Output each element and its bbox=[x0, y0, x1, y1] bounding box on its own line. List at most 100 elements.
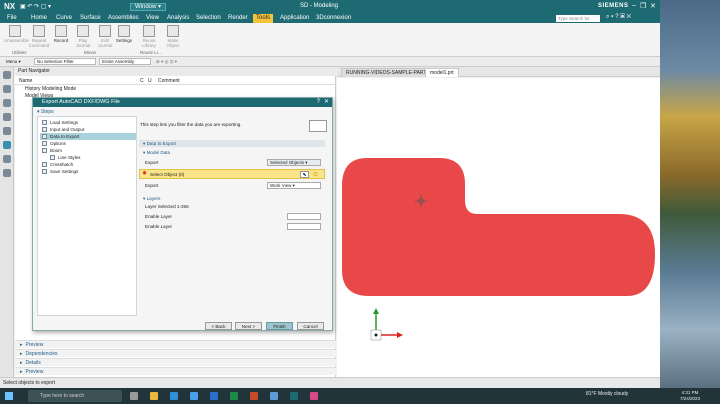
start-button-icon[interactable] bbox=[5, 392, 13, 400]
web-browser-icon[interactable] bbox=[3, 141, 11, 149]
constraint-navigator-icon[interactable] bbox=[3, 99, 11, 107]
step-load-settings[interactable]: Load Settings bbox=[40, 119, 136, 126]
col-c[interactable]: C bbox=[140, 78, 144, 84]
menu-surface[interactable]: Surface bbox=[80, 15, 101, 21]
col-u[interactable]: U bbox=[148, 78, 152, 84]
system-scene-icon[interactable] bbox=[3, 169, 11, 177]
menu-file[interactable]: File bbox=[7, 15, 17, 21]
section-data-to-export[interactable]: ▾ Data to Export bbox=[139, 140, 325, 147]
window-menu-button[interactable]: Window ▾ bbox=[130, 3, 167, 11]
select-object-row[interactable]: ✸ Select Object (0) ⬉ ⊙ bbox=[139, 169, 325, 179]
reuse-library-icon[interactable] bbox=[3, 113, 11, 121]
select-cursor-icon[interactable]: ⬉ bbox=[300, 171, 309, 178]
back-button[interactable]: < Back bbox=[205, 322, 232, 330]
menubar-tray-icons[interactable]: ⌕ ▾ ? ▣ ✕ bbox=[606, 14, 631, 21]
settings-button[interactable]: Settings bbox=[113, 25, 135, 49]
menu-view[interactable]: View bbox=[146, 15, 159, 21]
menu-assemblies[interactable]: Assemblies bbox=[108, 15, 139, 21]
history-icon[interactable] bbox=[3, 127, 11, 135]
step-icon bbox=[42, 169, 47, 174]
group-movie: Movie bbox=[84, 50, 97, 55]
finish-button[interactable]: Finish bbox=[266, 322, 293, 330]
enable-layer-input[interactable] bbox=[287, 213, 321, 220]
cancel-button[interactable]: Cancel bbox=[297, 322, 324, 330]
word-icon[interactable] bbox=[210, 392, 218, 400]
taskbar-clock[interactable]: 4:31 PM 7/24/2023 bbox=[680, 390, 700, 402]
nx-taskbar-icon[interactable] bbox=[290, 392, 298, 400]
panel-preview-2[interactable]: ▸ Preview bbox=[15, 367, 336, 375]
app-icon[interactable] bbox=[310, 392, 318, 400]
step-data-to-export[interactable]: Data to Export bbox=[40, 133, 136, 140]
section-model-data[interactable]: ▾ Model Data bbox=[139, 149, 325, 156]
menu-render[interactable]: Render bbox=[228, 15, 248, 21]
siemens-brand: SIEMENS bbox=[598, 3, 629, 9]
restore-button[interactable]: ❐ bbox=[640, 2, 646, 10]
export-dropdown[interactable]: Selected Objects ▾ bbox=[267, 159, 321, 166]
tab-model1[interactable]: model1.prt bbox=[425, 68, 459, 77]
assembly-navigator-icon[interactable] bbox=[3, 85, 11, 93]
minimize-button[interactable]: – bbox=[632, 2, 636, 9]
command-search-input[interactable]: Type Search for Cmd bbox=[556, 15, 600, 28]
col-comment[interactable]: Comment bbox=[158, 78, 180, 84]
status-bar: Select objects to export bbox=[0, 377, 660, 388]
step-line-styles[interactable]: Line Styles bbox=[40, 154, 136, 161]
mail-icon[interactable] bbox=[190, 392, 198, 400]
file-explorer-icon[interactable] bbox=[150, 392, 158, 400]
snap-tools-icons[interactable]: ⊕ ▾ ◎ ⊡ ▾ bbox=[156, 59, 177, 65]
menu-home[interactable]: Home bbox=[31, 15, 47, 21]
play-journal-button[interactable]: Play Journal bbox=[72, 25, 94, 49]
record-button[interactable]: Record bbox=[50, 25, 72, 49]
menu-selection[interactable]: Selection bbox=[196, 15, 221, 21]
step-boom[interactable]: Boom bbox=[40, 147, 136, 154]
weather-widget[interactable]: 81°F Mostly cloudy bbox=[586, 391, 628, 397]
steps-header[interactable]: ▾ Steps bbox=[37, 109, 54, 115]
step-options[interactable]: Options bbox=[40, 140, 136, 147]
panel-dependencies[interactable]: ▸ Dependencies bbox=[15, 349, 336, 357]
document-tabs: RUNNING-VIDEOS-SAMPLE-PART.prt model1.pr… bbox=[337, 67, 660, 77]
tree-row-history[interactable]: History Modeling Mode bbox=[25, 86, 76, 92]
tab-running-videos[interactable]: RUNNING-VIDEOS-SAMPLE-PART.prt bbox=[341, 68, 439, 77]
menu-analysis[interactable]: Analysis bbox=[167, 15, 189, 21]
next-button[interactable]: Next > bbox=[235, 322, 262, 330]
step-icon bbox=[42, 148, 47, 153]
make-object-button[interactable]: Make Object bbox=[162, 25, 184, 49]
panel-preview[interactable]: ▸ Preview bbox=[15, 340, 336, 348]
powerpoint-icon[interactable] bbox=[250, 392, 258, 400]
object-filter-icon[interactable]: ⊙ bbox=[313, 171, 318, 178]
outlook-icon[interactable] bbox=[270, 392, 278, 400]
dialog-help-icon[interactable]: ? bbox=[317, 98, 320, 107]
col-name[interactable]: Name bbox=[19, 78, 32, 84]
task-view-icon[interactable] bbox=[130, 392, 138, 400]
reuse-library-button[interactable]: Reuse Library bbox=[138, 25, 160, 49]
repeat-command-button[interactable]: Repeat Command bbox=[28, 25, 50, 49]
work-view-dropdown[interactable]: Work View ▾ bbox=[267, 182, 321, 189]
selection-filter-dropdown[interactable]: No Selection Filter bbox=[34, 58, 96, 65]
navigator-columns: Name C U Comment bbox=[15, 77, 336, 85]
unassemble-button[interactable]: Unassemble bbox=[4, 25, 29, 49]
wcs-triad bbox=[370, 308, 403, 341]
section-layers[interactable]: ▾ Layers bbox=[139, 195, 325, 202]
edge-icon[interactable] bbox=[170, 392, 178, 400]
step-save-settings[interactable]: Save Settings bbox=[40, 168, 136, 175]
step-crosshatch[interactable]: Crosshatch bbox=[40, 161, 136, 168]
taskbar-search-input[interactable]: Type here to search bbox=[28, 390, 122, 402]
part-navigator-icon[interactable] bbox=[3, 71, 11, 79]
enable-layer2-input[interactable] bbox=[287, 223, 321, 230]
quick-access-icons[interactable]: ▣ ↶ ↷ ▢ ▾ bbox=[20, 3, 51, 10]
panel-details[interactable]: ▸ Details bbox=[15, 358, 336, 366]
excel-icon[interactable] bbox=[230, 392, 238, 400]
dialog-close-icon[interactable]: ✕ bbox=[324, 98, 329, 107]
menu-dropdown[interactable]: Menu ▾ bbox=[6, 59, 21, 65]
graphics-viewport[interactable] bbox=[337, 78, 660, 377]
step-input-output[interactable]: Input and Output bbox=[40, 126, 136, 133]
selection-scope-dropdown[interactable]: Entire Assembly bbox=[99, 58, 151, 65]
menu-application[interactable]: Application bbox=[280, 15, 309, 21]
close-button[interactable]: ✕ bbox=[650, 2, 656, 10]
step-icon bbox=[42, 162, 47, 167]
window-title: SD - Modeling bbox=[300, 3, 339, 9]
menu-3dconnexion[interactable]: 3Dconnexion bbox=[316, 15, 351, 21]
unassemble-icon bbox=[9, 25, 21, 37]
roles-icon[interactable] bbox=[3, 155, 11, 163]
menu-curve[interactable]: Curve bbox=[56, 15, 72, 21]
menu-tools[interactable]: Tools bbox=[253, 14, 274, 23]
